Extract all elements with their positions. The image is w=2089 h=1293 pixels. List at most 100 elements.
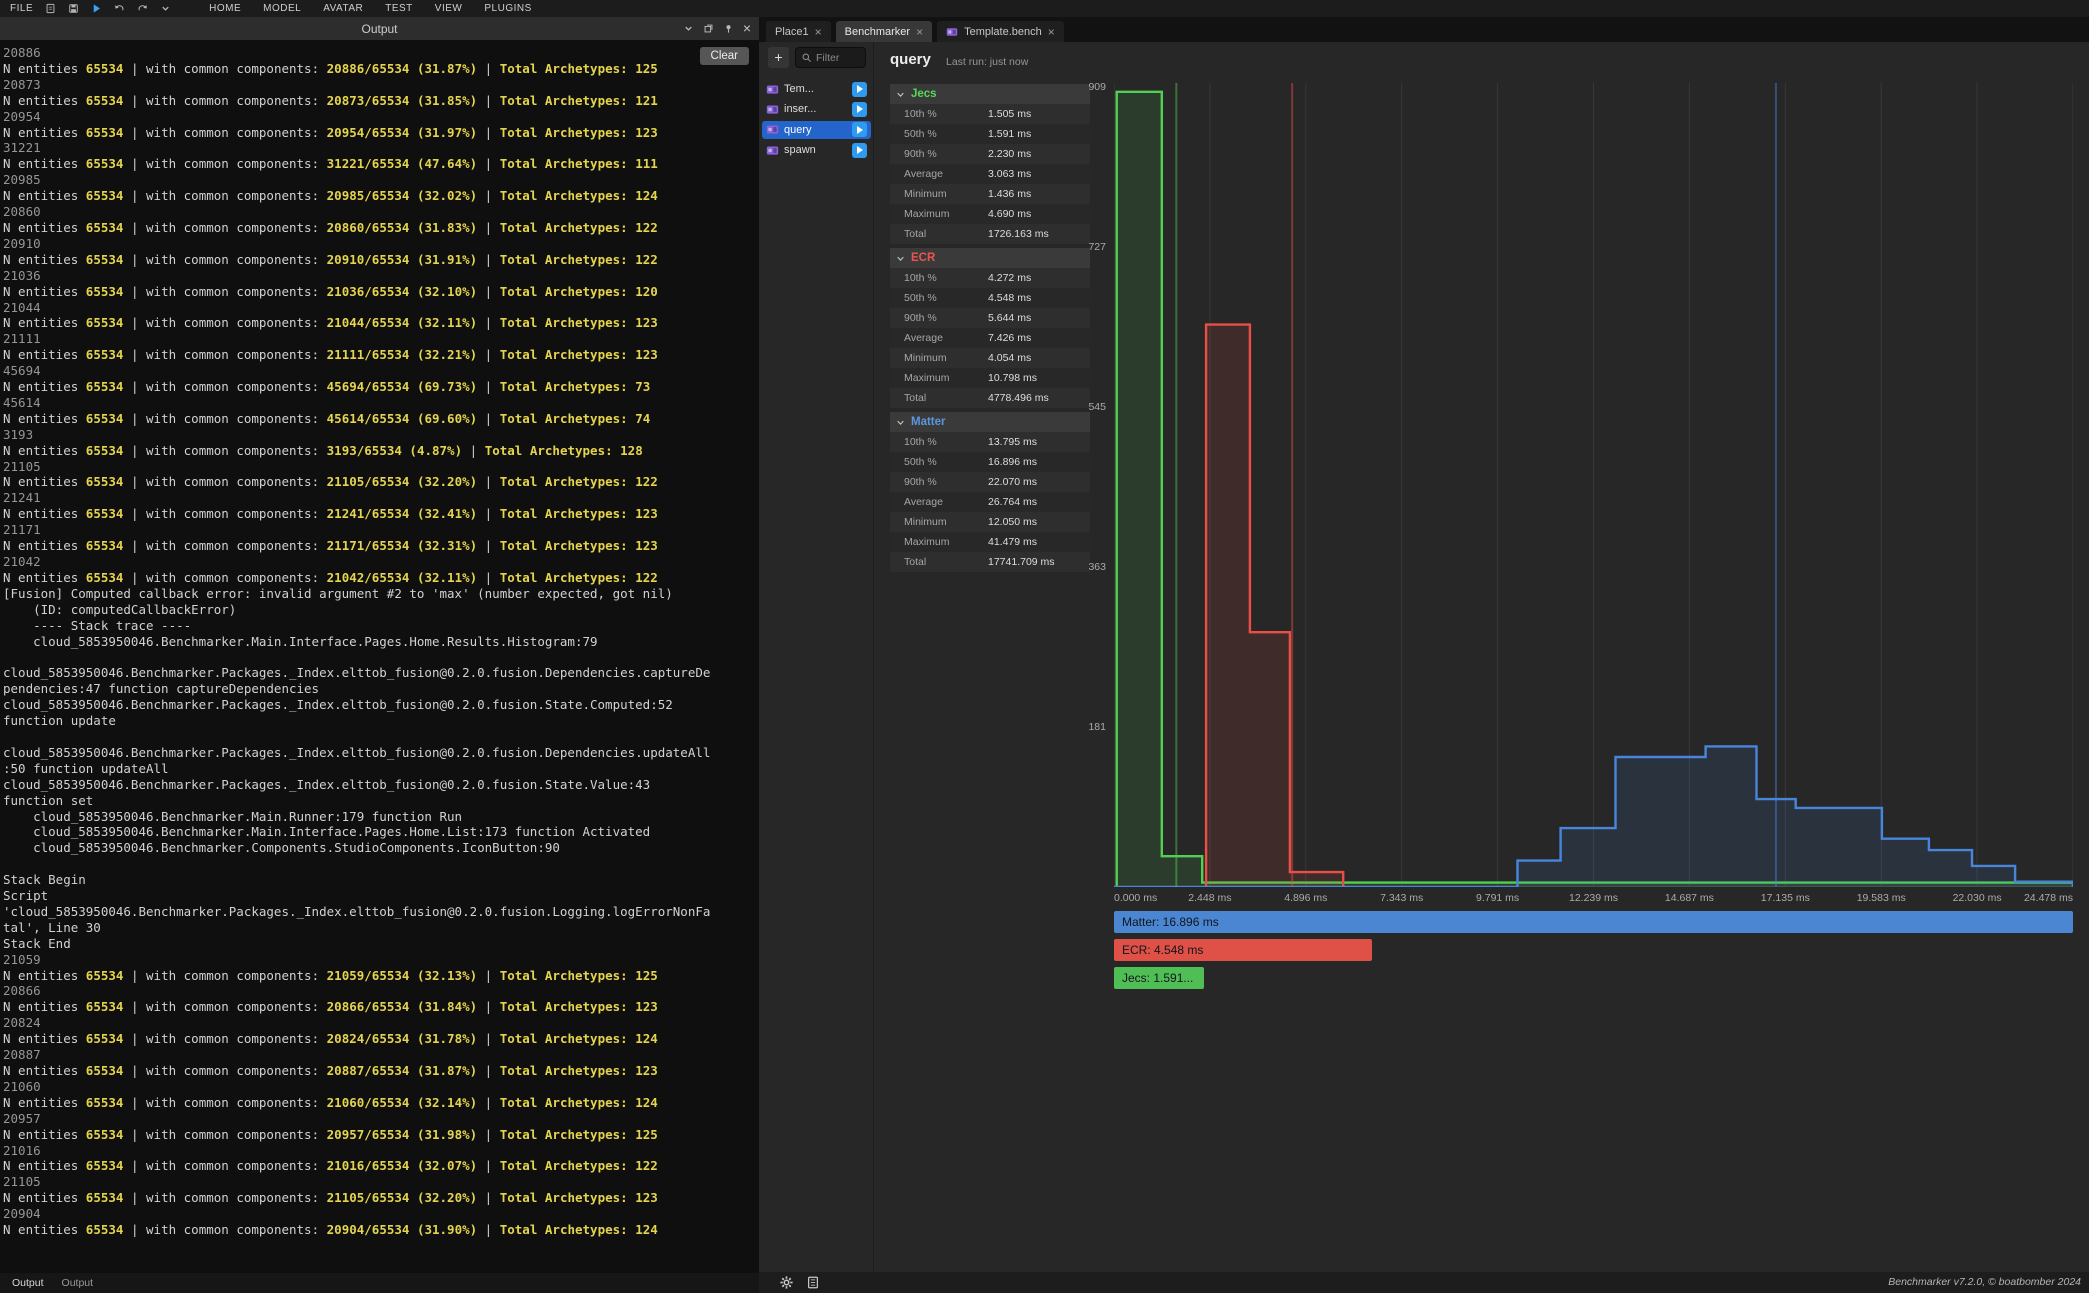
ribbon-tab-view[interactable]: VIEW	[435, 3, 463, 14]
editor-tab-bar: Place1×Benchmarker×Template.bench×	[759, 17, 2089, 42]
log-line: 21171	[3, 522, 759, 538]
ribbon-tab-home[interactable]: HOME	[209, 3, 241, 14]
new-file-icon[interactable]	[45, 3, 56, 14]
stats-section-ecr: ECR10th %4.272 ms50th %4.548 ms90th %5.6…	[890, 248, 1090, 408]
log-line	[3, 856, 759, 872]
stats-section-matter: Matter10th %13.795 ms50th %16.896 ms90th…	[890, 412, 1090, 572]
ribbon-tab-model[interactable]: MODEL	[263, 3, 301, 14]
output-header[interactable]: Output ×	[0, 17, 759, 40]
chevron-down-icon[interactable]	[160, 3, 171, 14]
x-tick-label: 22.030 ms	[1953, 892, 2002, 904]
file-menu[interactable]: FILE	[10, 3, 33, 14]
stat-value: 16.896 ms	[988, 456, 1037, 468]
log-line: N entities 65534 | with common component…	[3, 411, 759, 427]
log-line	[3, 649, 759, 665]
log-line: N entities 65534 | with common component…	[3, 1031, 759, 1047]
run-benchmark-button[interactable]	[852, 82, 867, 97]
run-benchmark-button[interactable]	[852, 102, 867, 117]
filter-input[interactable]	[816, 52, 860, 64]
y-tick-label: 909	[1050, 81, 1106, 93]
log-line: N entities 65534 | with common component…	[3, 125, 759, 141]
log-line: N entities 65534 | with common component…	[3, 968, 759, 984]
log-line: N entities 65534 | with common component…	[3, 252, 759, 268]
tab-close-icon[interactable]: ×	[1048, 25, 1055, 39]
x-tick-label: 2.448 ms	[1188, 892, 1231, 904]
legend-bar-ecr: ECR: 4.548 ms	[1114, 939, 1372, 961]
log-line: 21111	[3, 331, 759, 347]
ribbon-tab-test[interactable]: TEST	[385, 3, 413, 14]
play-icon[interactable]	[91, 3, 102, 14]
output-dock-tab[interactable]: Output	[62, 1277, 94, 1289]
float-window-icon[interactable]	[703, 23, 714, 34]
log-line: 20910	[3, 236, 759, 252]
stat-row: Maximum4.690 ms	[890, 204, 1090, 224]
stats-section-title: Matter	[911, 416, 946, 428]
output-header-icons: ×	[683, 17, 751, 40]
chevron-down-icon[interactable]	[683, 23, 694, 34]
log-line: ---- Stack trace ----	[3, 618, 759, 634]
search-icon	[801, 52, 812, 63]
log-line: cloud_5853950046.Benchmarker.Components.…	[3, 840, 759, 856]
benchmark-item-inser[interactable]: inser...	[762, 100, 871, 118]
docs-icon[interactable]	[806, 1275, 820, 1290]
tab-label: Benchmarker	[845, 26, 910, 38]
log-line: 20860	[3, 204, 759, 220]
clear-button[interactable]: Clear	[700, 47, 749, 65]
stat-value: 4.272 ms	[988, 272, 1031, 284]
benchmark-item-label: Tem...	[784, 83, 847, 95]
stat-label: Minimum	[904, 352, 947, 364]
legend-label: Matter: 16.896 ms	[1114, 911, 2073, 933]
stat-label: Average	[904, 168, 943, 180]
benchmark-icon	[766, 103, 779, 116]
log-line: Script	[3, 888, 759, 904]
stats-section-header[interactable]: Matter	[890, 412, 1090, 432]
result-title: query	[890, 51, 931, 68]
tab-place1[interactable]: Place1×	[766, 21, 831, 42]
save-icon[interactable]	[68, 3, 79, 14]
chevron-down-icon	[896, 90, 905, 99]
log-line: Stack End	[3, 936, 759, 952]
log-line: N entities 65534 | with common component…	[3, 506, 759, 522]
tab-close-icon[interactable]: ×	[916, 25, 923, 39]
stat-row: 90th %2.230 ms	[890, 144, 1090, 164]
settings-gear-icon[interactable]	[779, 1275, 794, 1290]
last-run-label: Last run: just now	[946, 56, 1028, 68]
x-tick-label: 7.343 ms	[1380, 892, 1423, 904]
log-line: :50 function updateAll	[3, 761, 759, 777]
stat-value: 22.070 ms	[988, 476, 1037, 488]
log-line: N entities 65534 | with common component…	[3, 1158, 759, 1174]
ribbon-tab-avatar[interactable]: AVATAR	[323, 3, 363, 14]
run-benchmark-button[interactable]	[852, 143, 867, 158]
output-dock-tab[interactable]: Output	[12, 1277, 44, 1289]
stat-value: 10.798 ms	[988, 372, 1037, 384]
tab-close-icon[interactable]: ×	[815, 25, 822, 39]
benchmark-item-spawn[interactable]: spawn	[762, 141, 871, 159]
y-tick-label: 545	[1050, 401, 1106, 413]
add-benchmark-button[interactable]: +	[768, 47, 789, 68]
stat-value: 4.690 ms	[988, 208, 1031, 220]
run-benchmark-button[interactable]	[852, 122, 867, 137]
stat-row: 90th %22.070 ms	[890, 472, 1090, 492]
undo-icon[interactable]	[114, 3, 125, 14]
stat-label: Average	[904, 496, 943, 508]
ribbon-tab-plugins[interactable]: PLUGINS	[484, 3, 531, 14]
legend-label: Jecs: 1.591...	[1114, 967, 1204, 989]
log-line: N entities 65534 | with common component…	[3, 1190, 759, 1206]
log-line: 20985	[3, 172, 759, 188]
stat-value: 7.426 ms	[988, 332, 1031, 344]
roblox-studio-window: FILE HOME MODEL AVATAR TEST VIEW PLUGINS Outp…	[0, 0, 2089, 1293]
output-title: Output	[361, 22, 397, 36]
tab-benchmarker[interactable]: Benchmarker ×	[836, 21, 932, 42]
pin-icon[interactable]	[723, 23, 734, 34]
log-line: tal', Line 30	[3, 920, 759, 936]
log-line: cloud_5853950046.Benchmarker.Packages._I…	[3, 697, 759, 713]
chevron-down-icon	[896, 254, 905, 263]
tab-templatebench[interactable]: Template.bench×	[937, 21, 1064, 42]
output-log[interactable]: 20886N entities 65534 | with common comp…	[0, 40, 759, 1273]
log-line: 45694	[3, 363, 759, 379]
redo-icon[interactable]	[137, 3, 148, 14]
stat-row: Average26.764 ms	[890, 492, 1090, 512]
close-icon[interactable]: ×	[743, 23, 751, 34]
benchmark-item-Tem[interactable]: Tem...	[762, 80, 871, 98]
benchmark-item-query[interactable]: query	[762, 121, 871, 139]
